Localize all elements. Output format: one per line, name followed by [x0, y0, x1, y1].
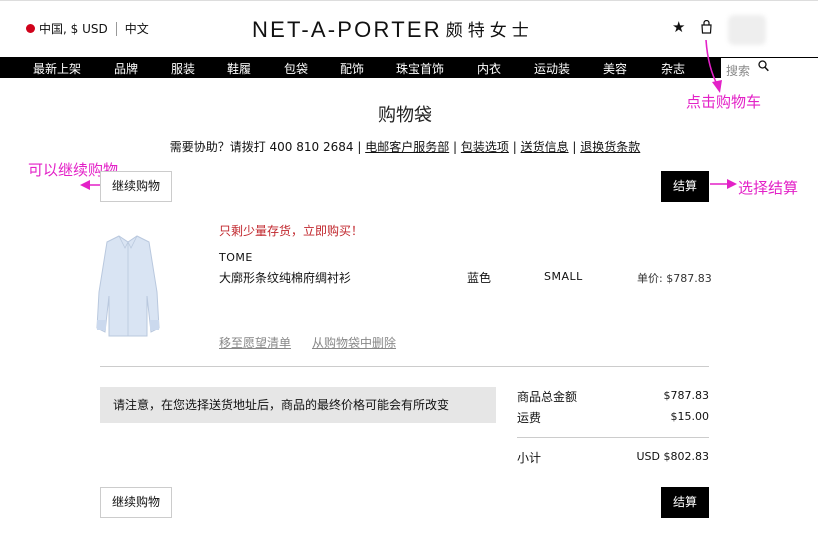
product-color: 蓝色 — [467, 271, 492, 285]
move-to-wishlist-link[interactable]: 移至愿望清单 — [219, 334, 291, 351]
annotation-arrow-cart — [705, 39, 722, 93]
wishlist-star-icon[interactable]: ★ — [672, 18, 685, 36]
subtotal-value: USD $802.83 — [636, 450, 710, 463]
unit-price: 单价: $787.83 — [637, 272, 712, 285]
product-image[interactable] — [95, 232, 161, 340]
language-selector[interactable]: 中文 — [125, 20, 149, 37]
page-title: 购物袋 — [378, 105, 432, 126]
nav-item-lingerie[interactable]: 内衣 — [477, 60, 501, 77]
search-icon[interactable] — [758, 60, 769, 72]
logo-latin: NET-A-PORTER — [252, 17, 442, 42]
checkout-button-bottom[interactable]: 结算 — [661, 487, 709, 518]
nav-item-sport[interactable]: 运动装 — [534, 60, 570, 77]
top-divider — [0, 0, 818, 8]
nav-item-clothing[interactable]: 服装 — [171, 60, 195, 77]
china-flag-icon — [26, 24, 35, 33]
price-notice: 请注意，在您选择送货地址后，商品的最终价格可能会有所改变 — [100, 387, 496, 423]
divider — [517, 437, 709, 438]
shipping-value: $15.00 — [670, 410, 710, 423]
nav-item-beauty[interactable]: 美容 — [603, 60, 627, 77]
help-text: 需要协助？请拨打 400 810 2684 | — [169, 140, 366, 154]
nav-item-new[interactable]: 最新上架 — [33, 60, 81, 77]
product-brand[interactable]: TOME — [219, 251, 253, 264]
remove-from-bag-link[interactable]: 从购物袋中删除 — [312, 334, 396, 351]
nav-item-bags[interactable]: 包袋 — [284, 60, 308, 77]
site-logo[interactable]: NET-A-PORTER 颇特女士 — [252, 17, 534, 43]
logo-chinese: 颇特女士 — [445, 21, 534, 41]
link-returns[interactable]: 退换货条款 — [580, 140, 640, 154]
shopping-bag-icon[interactable] — [701, 20, 712, 34]
low-stock-alert: 只剩少量存货，立即购买！ — [219, 224, 364, 238]
divider — [100, 366, 709, 367]
nav-item-accessories[interactable]: 配饰 — [340, 60, 364, 77]
link-email-service[interactable]: 电邮客户服务部 — [365, 140, 449, 154]
product-size: SMALL — [544, 270, 583, 283]
items-total-label: 商品总金额 — [517, 390, 578, 404]
items-total-value: $787.83 — [663, 389, 710, 402]
annotation-checkout: 选择结算 — [738, 179, 799, 197]
search-box[interactable]: 搜索 — [721, 58, 818, 78]
nav-item-shoes[interactable]: 鞋履 — [227, 60, 251, 77]
link-packaging[interactable]: 包装选项 — [461, 140, 509, 154]
continue-shopping-button-bottom[interactable]: 继续购物 — [100, 487, 172, 518]
region-currency[interactable]: 中国, $ USD — [39, 20, 108, 37]
continue-shopping-button-top[interactable]: 继续购物 — [100, 171, 172, 202]
main-nav: 最新上架 品牌 服装 鞋履 包袋 配饰 珠宝首饰 内衣 运动装 美容 杂志 — [0, 57, 818, 78]
nav-item-magazine[interactable]: 杂志 — [661, 60, 685, 77]
checkout-button-top[interactable]: 结算 — [661, 171, 709, 202]
nav-item-jewelry[interactable]: 珠宝首饰 — [396, 60, 444, 77]
region-selector[interactable]: 中国, $ USD 中文 — [26, 20, 149, 37]
shipping-label: 运费 — [517, 411, 542, 425]
divider — [115, 21, 117, 36]
help-bar: 需要协助？请拨打 400 810 2684 | 电邮客户服务部 | 包装选项 |… — [169, 140, 641, 154]
product-name[interactable]: 大廓形条纹纯棉府绸衬衫 — [219, 269, 351, 286]
subtotal-label: 小计 — [517, 451, 542, 465]
link-delivery[interactable]: 送货信息 — [521, 140, 569, 154]
annotation-arrow-checkout — [710, 179, 737, 189]
account-avatar[interactable] — [728, 15, 766, 45]
nav-item-designers[interactable]: 品牌 — [114, 60, 138, 77]
